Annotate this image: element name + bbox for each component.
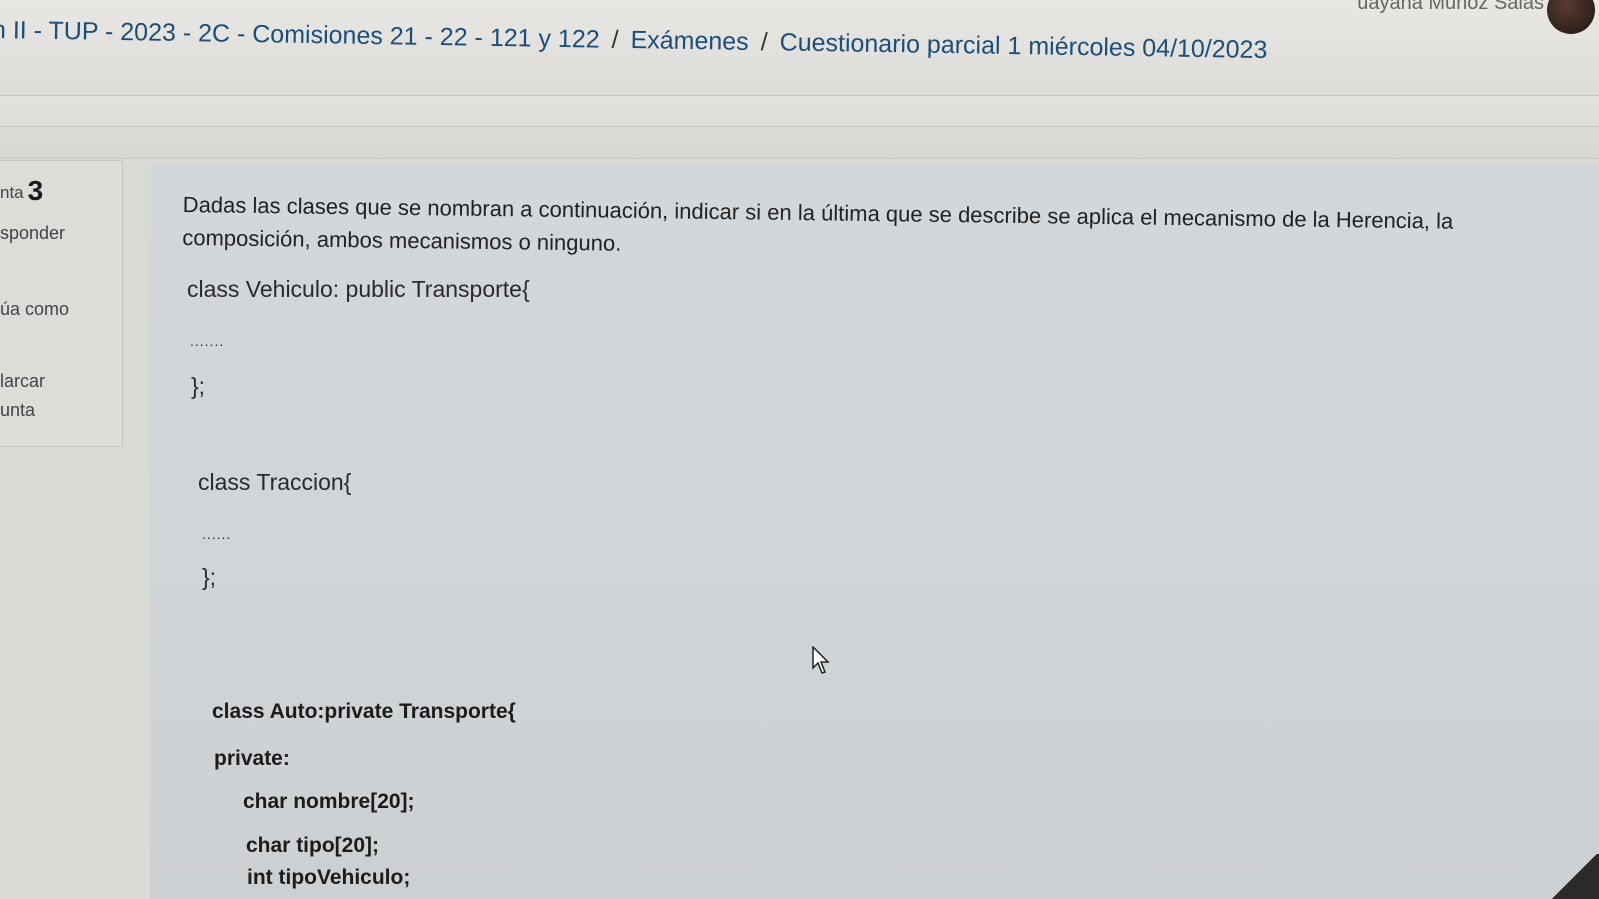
code-line: private: — [214, 747, 290, 770]
divider — [0, 126, 1599, 127]
code-line: }; — [202, 564, 217, 590]
code-line: }; — [191, 373, 206, 399]
mouse-cursor-icon — [812, 646, 830, 674]
user-name[interactable]: uayana Muñoz Salas — [1357, 0, 1544, 15]
breadcrumb-separator: / — [611, 25, 619, 54]
question-status: sponder — [0, 223, 66, 243]
code-line: char nombre[20]; — [243, 790, 415, 813]
code-line: class Vehiculo: public Transporte{ — [187, 276, 530, 302]
question-info-panel: nta 3 sponder úa como larcar unta — [0, 160, 123, 447]
question-number: nta 3 — [0, 175, 43, 207]
code-line: ...... — [202, 526, 232, 542]
page-header-strip — [0, 96, 1599, 159]
question-number-value: 3 — [27, 175, 44, 206]
breadcrumb-separator: / — [760, 28, 768, 57]
question-content-area — [150, 163, 1599, 899]
code-line: ....... — [190, 333, 225, 349]
avatar[interactable] — [1547, 0, 1595, 34]
breadcrumb-quiz[interactable]: Cuestionario parcial 1 miércoles 04/10/2… — [779, 28, 1267, 64]
breadcrumb-exams[interactable]: Exámenes — [630, 26, 749, 56]
question-label: nta — [0, 183, 24, 202]
code-line: class Auto:private Transporte{ — [212, 700, 516, 723]
code-line: class Traccion{ — [198, 469, 352, 495]
breadcrumb-course[interactable]: n II - TUP - 2023 - 2C - Comisiones 21 -… — [0, 16, 600, 54]
flag-question-link[interactable]: larcar — [0, 371, 45, 392]
screen-edge — [1549, 854, 1599, 899]
code-line: char tipo[20]; — [246, 834, 380, 857]
breadcrumb: n II - TUP - 2023 - 2C - Comisiones 21 -… — [0, 16, 1268, 65]
flag-question-link-cont[interactable]: unta — [0, 400, 35, 421]
question-score: úa como — [0, 299, 70, 319]
code-line: int tipoVehiculo; — [247, 866, 411, 889]
header-bar: n II - TUP - 2023 - 2C - Comisiones 21 -… — [0, 0, 1599, 96]
